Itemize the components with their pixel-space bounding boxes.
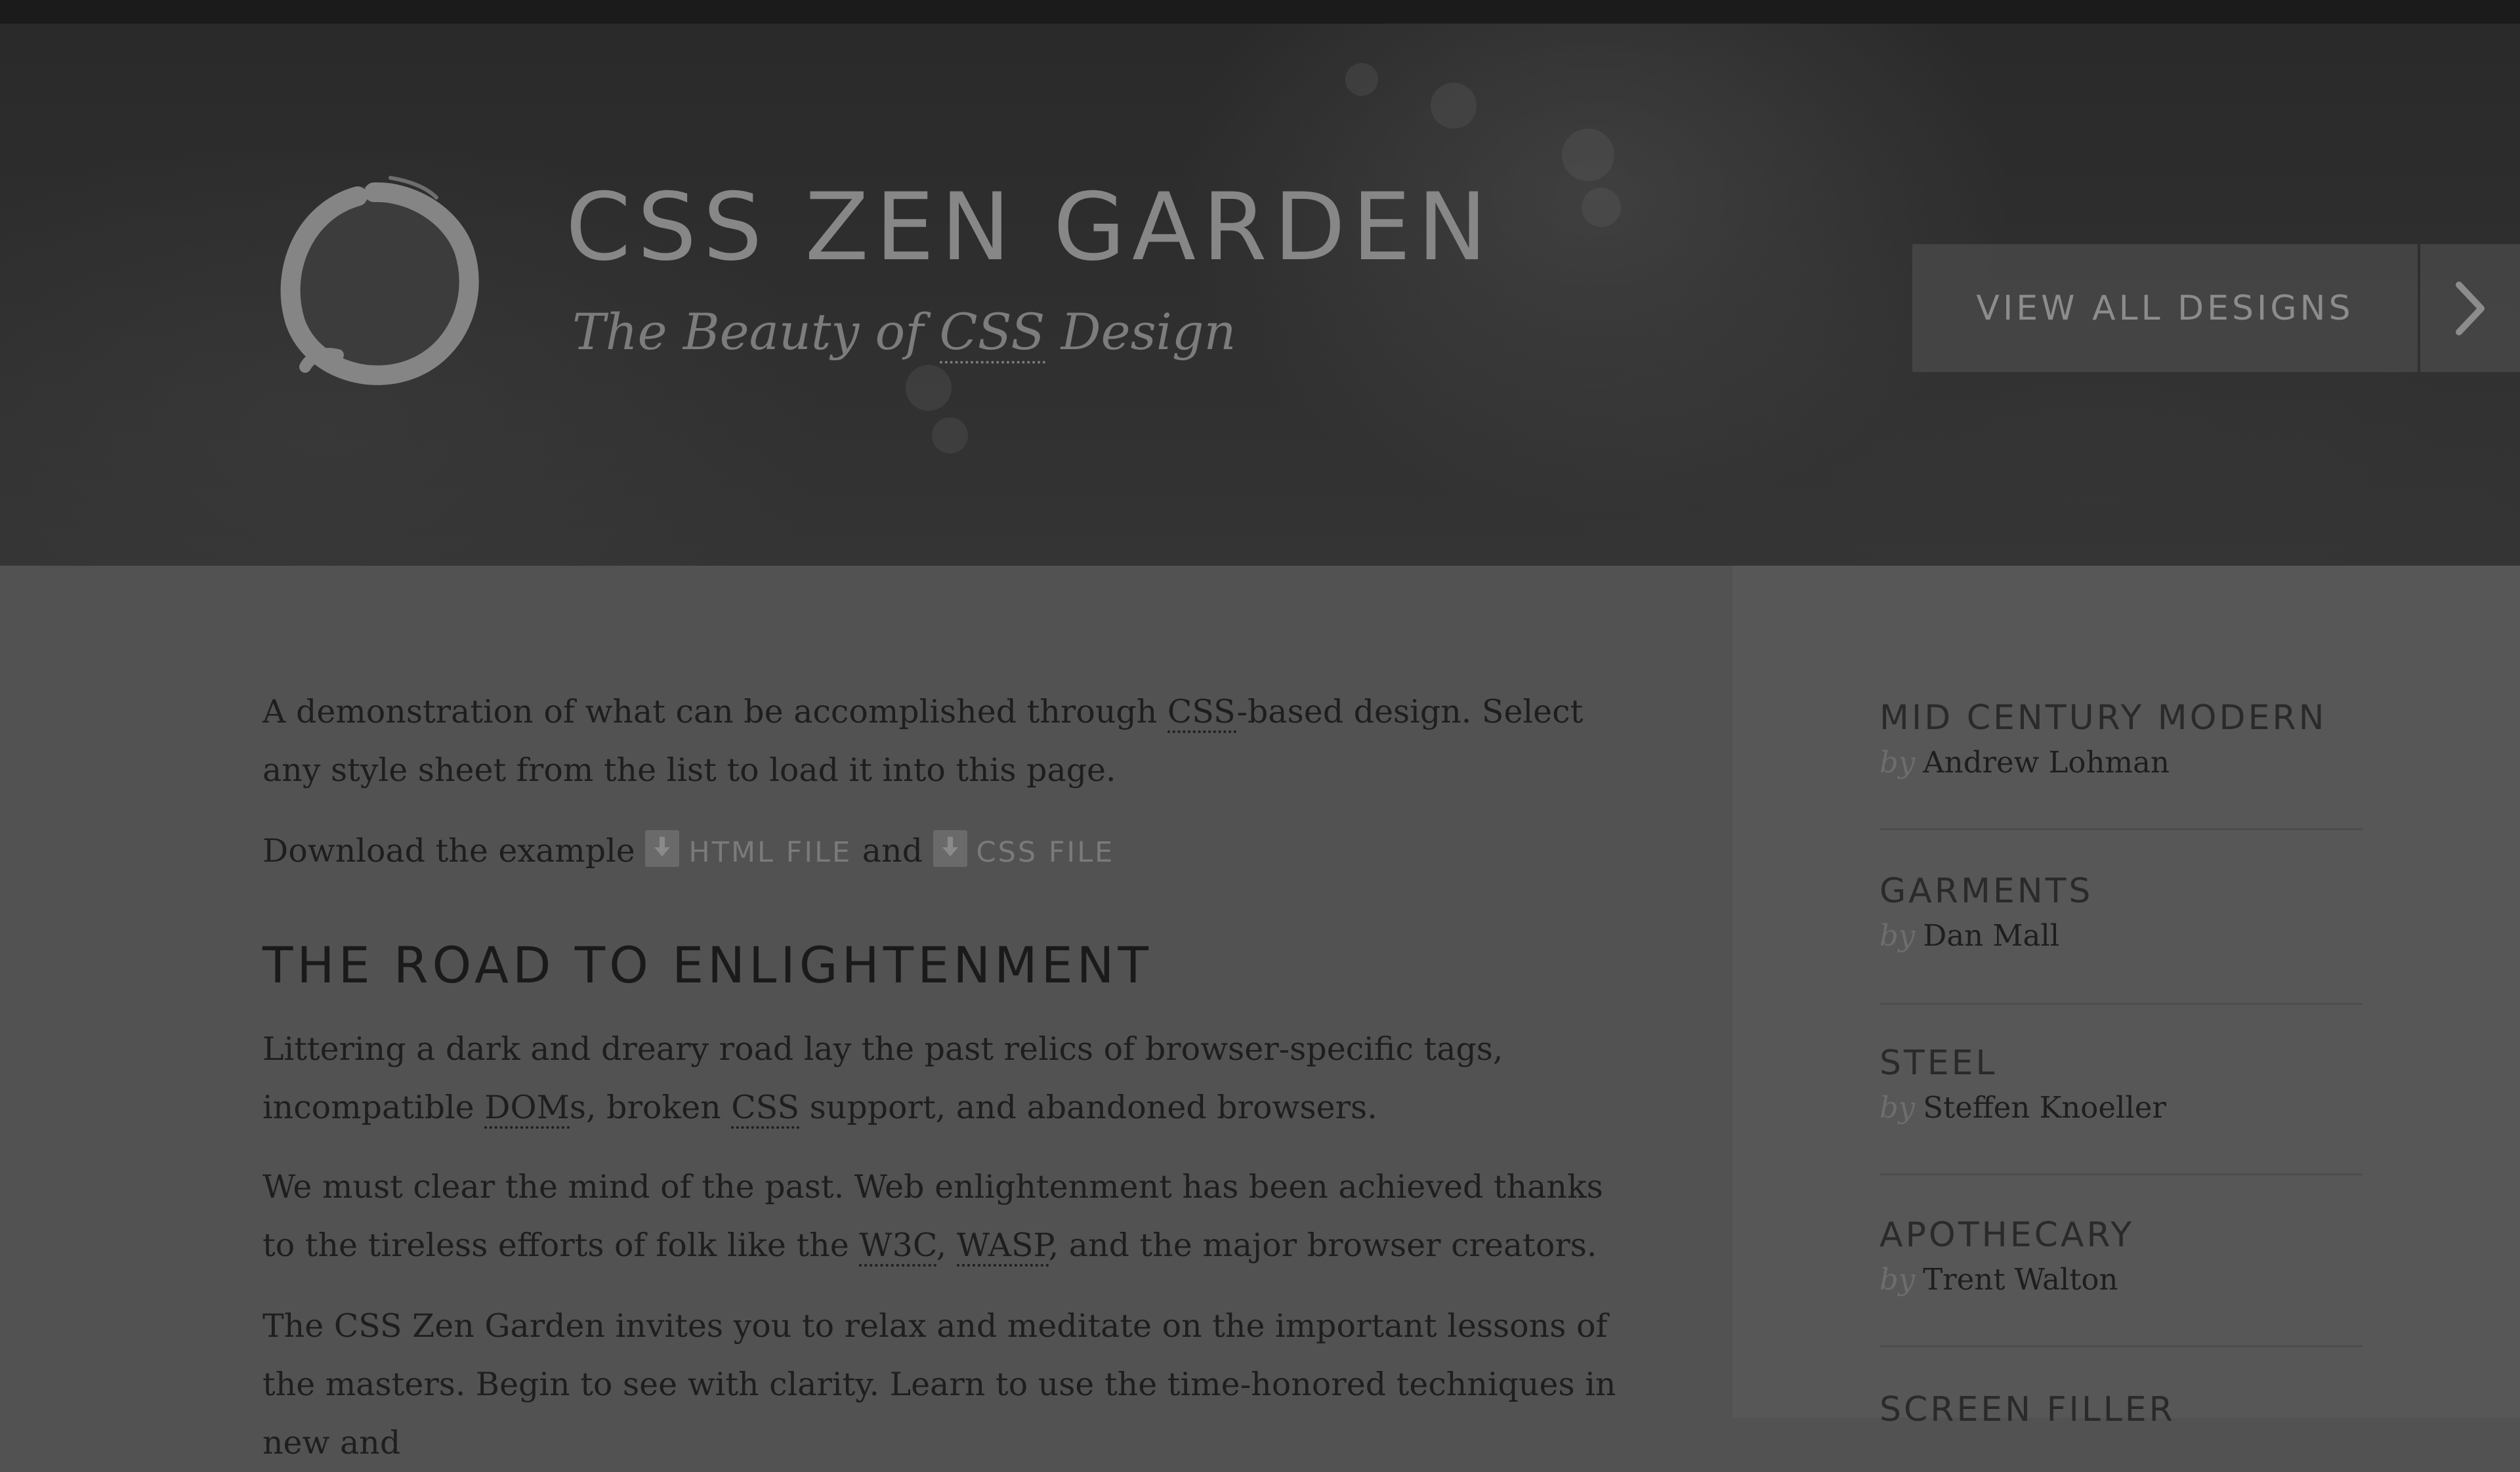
intro-paragraph: A demonstration of what can be accomplis…	[262, 693, 1584, 789]
design-name-link[interactable]: APOTHECARY	[1880, 1214, 2362, 1256]
download-paragraph: Download the example HTML FILE and CSS F…	[262, 822, 1628, 882]
abbr-css: CSS	[1167, 693, 1237, 733]
design-list-item[interactable]: SCREEN FILLER	[1880, 1389, 2362, 1431]
site-title: CSS ZEN GARDEN	[566, 173, 1494, 282]
list-divider	[1880, 1003, 2362, 1005]
author-link[interactable]: Steffen Knoeller	[1923, 1090, 2166, 1125]
road-paragraph-3: The CSS Zen Garden invites you to relax …	[262, 1307, 1616, 1461]
design-author: by Andrew Lohman	[1880, 745, 2170, 780]
download-icon	[645, 830, 680, 867]
design-name-link[interactable]: SCREEN FILLER	[1880, 1389, 2362, 1431]
list-divider	[1880, 1173, 2362, 1175]
road-paragraph-2: We must clear the mind of the past. Web …	[262, 1158, 1628, 1274]
design-name-link[interactable]: STEEL	[1880, 1042, 2362, 1084]
author-link[interactable]: Dan Mall	[1923, 918, 2059, 953]
page-header: CSS ZEN GARDEN The Beauty of CSS Design …	[0, 24, 2520, 566]
chevron-right-icon	[2456, 281, 2485, 335]
html-file-link[interactable]: HTML FILE	[645, 830, 852, 869]
design-name-link[interactable]: GARMENTS	[1880, 870, 2362, 912]
author-link[interactable]: Trent Walton	[1923, 1262, 2118, 1297]
list-divider	[1880, 828, 2362, 830]
bokeh-light	[932, 417, 968, 453]
abbr-dom: DOM	[484, 1089, 570, 1129]
bokeh-light	[1562, 129, 1614, 181]
design-list-item[interactable]: APOTHECARY by Trent Walton	[1880, 1214, 2362, 1299]
css-file-link[interactable]: CSS FILE	[933, 830, 1115, 869]
zen-circle-logo-icon	[280, 176, 479, 385]
design-author: by Dan Mall	[1880, 918, 2060, 953]
bokeh-light	[906, 365, 952, 411]
road-paragraph-1: Littering a dark and dreary road lay the…	[262, 1020, 1628, 1137]
bokeh-light	[1582, 188, 1621, 227]
download-icon	[933, 830, 967, 867]
list-divider	[1880, 1345, 2362, 1347]
abbr-wasp: WASP	[956, 1227, 1049, 1267]
design-author: by Trent Walton	[1880, 1262, 2118, 1297]
design-name-link[interactable]: MID CENTURY MODERN	[1880, 697, 2362, 739]
abbr-w3c: W3C	[859, 1227, 936, 1267]
bokeh-light	[1345, 63, 1378, 96]
design-list-item[interactable]: STEEL by Steffen Knoeller	[1880, 1042, 2362, 1127]
site-tagline: The Beauty of CSS Design	[572, 303, 1236, 364]
abbr-css: CSS	[731, 1089, 800, 1129]
next-designs-button[interactable]	[2420, 244, 2520, 372]
design-list-item[interactable]: GARMENTS by Dan Mall	[1880, 870, 2362, 956]
browser-top-edge	[0, 0, 2520, 24]
design-author: by Steffen Knoeller	[1880, 1090, 2166, 1125]
section-heading-road: THE ROAD TO ENLIGHTENMENT	[262, 936, 1152, 994]
design-list-item[interactable]: MID CENTURY MODERN by Andrew Lohman	[1880, 697, 2362, 782]
abbr-css: CSS	[939, 303, 1045, 364]
view-all-designs-button[interactable]: VIEW ALL DESIGNS	[1912, 244, 2418, 372]
author-link[interactable]: Andrew Lohman	[1923, 745, 2170, 780]
bokeh-light	[1431, 83, 1477, 129]
